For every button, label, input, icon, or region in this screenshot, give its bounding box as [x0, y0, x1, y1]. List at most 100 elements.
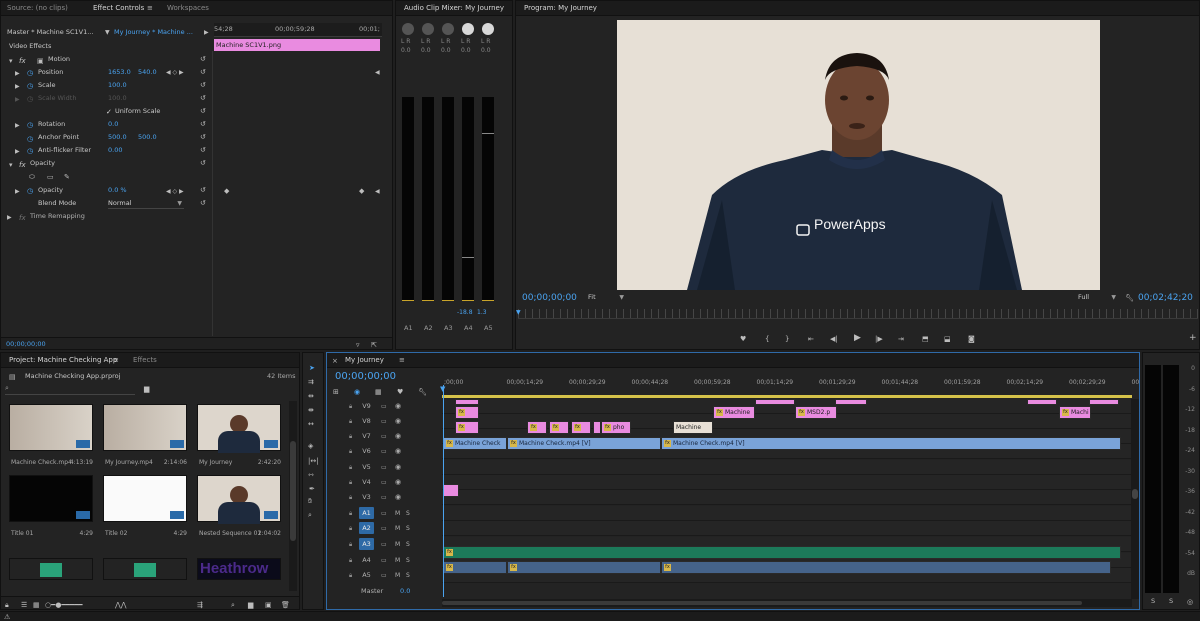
track-target-label[interactable]: V7 — [359, 430, 374, 442]
project-search-input[interactable]: ⌕ — [5, 384, 135, 395]
tab-project[interactable]: Project: Machine Checking App — [3, 353, 123, 368]
keyframe-diamond-icon[interactable]: ◆ — [224, 186, 229, 196]
eye-icon[interactable]: ◉ — [395, 460, 401, 475]
motion-transform-icon[interactable]: ▣ — [37, 56, 44, 66]
project-item-thumbnail[interactable] — [9, 475, 93, 522]
reset-icon[interactable]: ↺ — [200, 132, 206, 142]
stopwatch-icon[interactable]: ◷ — [27, 81, 33, 91]
tab-source[interactable]: Source: (no clips) — [1, 1, 74, 16]
panel-menu-icon[interactable]: ≡ — [113, 355, 119, 365]
timeline-clip[interactable] — [835, 399, 867, 405]
pan-knob-icon[interactable] — [462, 23, 474, 35]
track-target-label[interactable]: V3 — [359, 491, 374, 503]
expand-arrow-icon[interactable]: ▶ — [15, 187, 20, 197]
project-item-thumbnail[interactable] — [9, 404, 93, 451]
track-target-label[interactable]: A2 — [359, 522, 374, 534]
timeline-clip[interactable]: fx — [549, 421, 569, 434]
channel-pan-value[interactable]: 0.0 — [421, 47, 431, 54]
stopwatch-icon[interactable]: ◷ — [27, 146, 33, 156]
eye-icon[interactable]: ◉ — [395, 490, 401, 505]
hand-tool-icon[interactable]: ✋︎ — [308, 496, 312, 506]
panel-menu-icon[interactable]: ≡ — [147, 3, 153, 13]
lock-icon[interactable]: 🔒︎ — [349, 537, 352, 552]
timeline-clip[interactable]: fx — [443, 561, 507, 574]
project-item-thumbnail[interactable] — [103, 404, 187, 451]
work-area-bar[interactable] — [442, 395, 1132, 398]
project-item-thumbnail[interactable] — [197, 404, 281, 453]
filter-icon[interactable]: ▿ — [356, 340, 360, 349]
tab-effect-controls[interactable]: Effect Controls — [87, 1, 150, 16]
timeline-clip[interactable]: fx — [455, 406, 479, 419]
anchor-y-value[interactable]: 500.0 — [138, 131, 157, 144]
sync-lock-icon[interactable]: ▭ — [381, 414, 387, 429]
eye-icon[interactable]: ◉ — [395, 444, 401, 459]
wrench-icon[interactable]: 🔧︎ — [1125, 293, 1134, 303]
antiflicker-value[interactable]: 0.00 — [108, 144, 122, 157]
track-target-label[interactable]: V9 — [359, 400, 374, 412]
pan-knob-icon[interactable] — [422, 23, 434, 35]
trash-icon[interactable]: 🗑︎ — [281, 600, 290, 609]
fader-level-line[interactable] — [462, 257, 474, 258]
playhead-marker-icon[interactable]: ▼ — [516, 308, 521, 318]
extract-icon[interactable]: ⬓ — [944, 334, 951, 344]
tab-my-journey-sequence[interactable]: My Journey — [339, 353, 390, 368]
track-target-label[interactable]: A1 — [359, 507, 374, 519]
add-marker-icon[interactable]: ♥ — [740, 334, 746, 344]
lock-icon[interactable]: 🔒︎ — [5, 600, 9, 609]
track-target-label[interactable]: A5 — [359, 569, 374, 581]
track-lane[interactable] — [442, 521, 1132, 536]
go-to-out-icon[interactable]: ⇥ — [898, 334, 904, 344]
ec-current-time[interactable]: 00;00;00;00 — [6, 340, 46, 348]
project-item-thumbnail[interactable] — [103, 475, 187, 522]
timeline-clip[interactable]: fx Machine Check.mp4 [V] — [507, 437, 661, 450]
lock-icon[interactable]: 🔒︎ — [349, 568, 352, 583]
program-video-frame[interactable]: PowerApps — [617, 20, 1100, 290]
channel-pan-value[interactable]: 0.0 — [461, 47, 471, 54]
pen-tool-icon[interactable]: ✒ — [309, 484, 315, 494]
blend-mode-select[interactable]: Normal ▼ — [108, 198, 184, 209]
reset-icon[interactable]: ↺ — [200, 93, 206, 103]
eye-icon[interactable]: ◉ — [395, 399, 401, 414]
sync-lock-icon[interactable]: ▭ — [381, 521, 387, 536]
project-item-thumbnail[interactable] — [197, 475, 281, 524]
lock-icon[interactable]: 🔒︎ — [349, 506, 352, 521]
fader-level-line[interactable] — [482, 133, 494, 134]
channel-pan-value[interactable]: 0.0 — [481, 47, 491, 54]
right-solo-label[interactable]: S — [1169, 597, 1173, 605]
sync-lock-icon[interactable]: ▭ — [381, 399, 387, 414]
slip-tool-icon[interactable]: |↔| — [308, 456, 319, 466]
pan-knob-icon[interactable] — [442, 23, 454, 35]
sync-lock-icon[interactable]: ▭ — [381, 460, 387, 475]
track-target-label[interactable]: V8 — [359, 415, 374, 427]
export-icon[interactable]: ⇱ — [371, 340, 377, 349]
keyframe-nav-icon[interactable]: ◀ ◇ ▶ — [166, 187, 184, 197]
rolling-edit-tool-icon[interactable]: ⇼ — [308, 405, 314, 415]
timeline-clip[interactable] — [1089, 399, 1119, 405]
lock-icon[interactable]: 🔒︎ — [349, 475, 352, 490]
sync-lock-icon[interactable]: ▭ — [381, 444, 387, 459]
mute-button[interactable]: M — [395, 506, 400, 521]
timeline-clip[interactable]: fx — [455, 421, 479, 434]
selection-tool-icon[interactable]: ➤ — [309, 363, 315, 373]
stopwatch-icon[interactable]: ◷ — [27, 68, 33, 78]
reset-icon[interactable]: ↺ — [200, 145, 206, 155]
sync-lock-icon[interactable]: ▭ — [381, 537, 387, 552]
timeline-clip[interactable]: fx pho — [601, 421, 631, 434]
new-bin-icon[interactable]: ▆ — [144, 384, 149, 394]
sync-lock-icon[interactable]: ▭ — [381, 490, 387, 505]
timeline-clip[interactable] — [755, 399, 795, 405]
expand-arrow-icon[interactable]: ▶ — [15, 82, 20, 92]
automate-icon[interactable]: ⇶ — [197, 600, 203, 609]
reset-icon[interactable]: ↺ — [200, 158, 206, 168]
uniform-scale-checkbox[interactable]: ✓ — [106, 107, 112, 117]
play-only-icon[interactable]: ▶ — [204, 28, 209, 38]
channel-pan-value[interactable]: 0.0 — [401, 47, 411, 54]
timeline-horizontal-scrollbar[interactable] — [442, 599, 1132, 607]
master-clip-label[interactable]: Master * Machine SC1V1... — [7, 26, 93, 39]
snap-icon[interactable]: ◉ — [354, 387, 360, 397]
add-marker-icon[interactable]: ♥ — [397, 387, 403, 397]
timeline-clip[interactable]: Machine — [673, 421, 713, 434]
project-item-thumbnail[interactable]: Heathrow — [197, 558, 281, 580]
track-target-label[interactable]: A3 — [359, 538, 374, 550]
keyframe-nav-icon[interactable]: ◀ ◇ ▶ — [166, 68, 184, 78]
